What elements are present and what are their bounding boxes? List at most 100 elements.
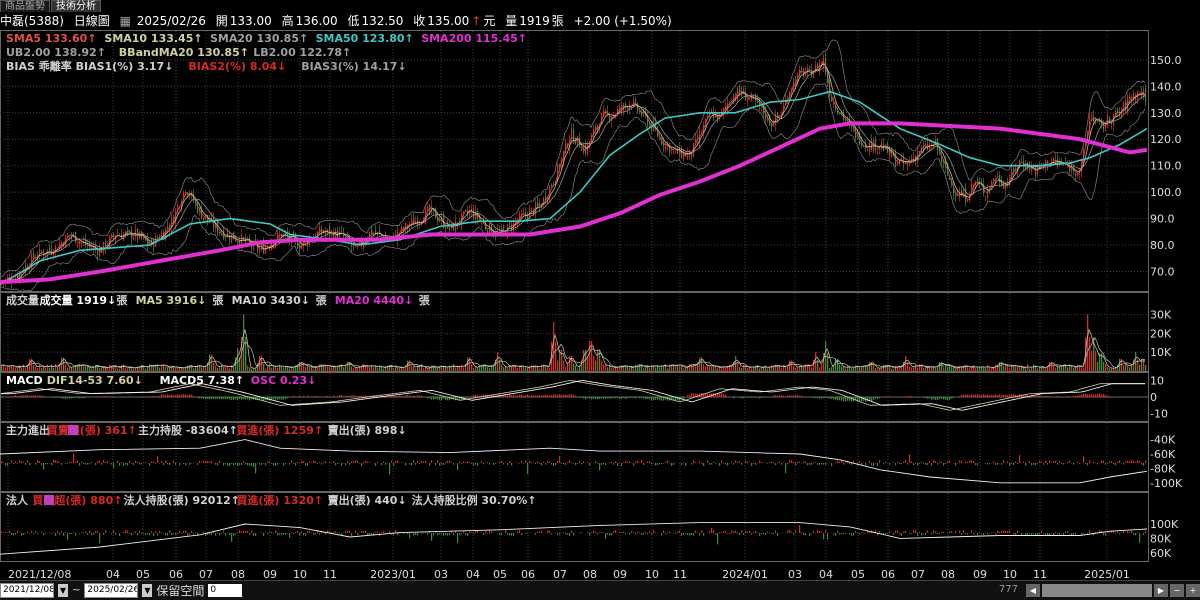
scroll-thumb[interactable] — [1042, 584, 1152, 597]
tab-technical-analysis[interactable]: 技術分析 — [51, 0, 101, 12]
main-force-flow-bar — [673, 463, 674, 465]
x-axis-tick: 03 — [434, 568, 448, 580]
institutional-flow-bar — [923, 533, 924, 534]
volume-bar — [443, 367, 444, 371]
institutional-flow-bar — [663, 530, 664, 533]
institutional-flow-bar — [211, 533, 212, 535]
macd-osc-bar — [643, 397, 644, 398]
institutional-flow-bar — [67, 533, 68, 540]
institutional-flow-bar — [11, 533, 12, 535]
macd-osc-bar — [81, 397, 82, 398]
x-axis-tick: 2023/01 — [370, 568, 416, 580]
main-force-flow-bar — [921, 462, 922, 463]
main-force-flow-bar — [345, 463, 346, 465]
zoom-in-icon[interactable]: + — [1186, 584, 1200, 597]
institutional-flow-bar — [49, 532, 50, 533]
main-force-flow-bar — [767, 463, 768, 464]
main-force-flow-bar — [735, 460, 736, 463]
macd-osc-bar — [779, 395, 780, 397]
macd-osc-bar — [51, 397, 52, 398]
volume-bar — [1139, 365, 1140, 371]
institutional-flow-bar — [755, 531, 756, 533]
from-date-dropdown-icon[interactable]: ▼ — [58, 584, 68, 597]
volume-bar — [975, 368, 976, 371]
main-force-flow-bar — [1031, 463, 1032, 465]
zoom-out-icon[interactable]: − — [1170, 584, 1184, 597]
volume-bar — [593, 356, 594, 371]
macd-osc-bar — [581, 397, 582, 398]
scroll-left-icon[interactable]: ◀ — [1026, 584, 1040, 597]
main-force-flow-bar — [825, 463, 826, 465]
institutional-flow-bar — [987, 533, 988, 534]
macd-osc-bar — [619, 397, 620, 399]
to-date-dropdown-icon[interactable]: ▼ — [142, 584, 152, 597]
volume-bar — [829, 368, 830, 371]
price-axis-tick: 110.0 — [1150, 160, 1182, 173]
institutional-flow-bar — [473, 533, 474, 534]
macd-axis-tick: -10 — [1150, 408, 1168, 421]
main-force-flow-bar — [257, 462, 258, 463]
to-date-field[interactable]: 2025/02/26 — [84, 583, 138, 598]
x-axis-tick: 05 — [493, 568, 507, 580]
main-force-flow-bar — [761, 462, 762, 463]
macd-osc-bar — [543, 395, 544, 397]
main-force-flow-bar — [261, 463, 262, 465]
main-force-flow-bar — [731, 462, 732, 463]
volume-bar — [1107, 367, 1108, 371]
main-force-flow-bar — [967, 462, 968, 463]
horizontal-scrollbar[interactable]: 777 ◀ ▶ − + — [999, 584, 1200, 597]
main-force-flow-bar — [707, 460, 708, 463]
volume-bar — [411, 366, 412, 371]
institutional-flow-bar — [433, 533, 434, 535]
keep-space-input[interactable]: 0 — [208, 584, 242, 597]
main-force-flow-bar — [385, 463, 386, 465]
main-force-flow-bar — [151, 462, 152, 463]
volume-bar — [803, 366, 804, 371]
macd-osc-bar — [1039, 396, 1040, 397]
volume-bar — [365, 367, 366, 371]
institutional-flow-bar — [125, 530, 126, 533]
main-force-flow-bar — [1085, 463, 1086, 464]
macd-osc-bar — [17, 396, 18, 397]
main-force-flow-bar — [39, 461, 40, 463]
institutional-flow-bar — [99, 533, 100, 543]
x-axis-tick: 07 — [199, 568, 213, 580]
macd-osc-bar — [421, 396, 422, 397]
volume-bar — [845, 369, 846, 371]
volume-bar — [263, 363, 264, 371]
calendar-icon[interactable]: ▦ — [120, 14, 131, 28]
volume-bar — [11, 365, 12, 371]
macd-osc-bar — [1129, 397, 1130, 398]
main-force-flow-bar — [481, 461, 482, 463]
tab-market[interactable]: 商品盤勢 — [0, 0, 50, 12]
main-force-flow-bar — [935, 461, 936, 463]
institutional-flow-bar — [733, 531, 734, 533]
volume-bar — [1129, 367, 1130, 371]
macd-osc-bar — [219, 397, 220, 399]
institutional-flow-bar — [731, 530, 732, 533]
macd-osc-bar — [99, 396, 100, 397]
macd-osc-bar — [223, 397, 224, 399]
main-force-flow-bar — [43, 463, 44, 470]
volume-bar — [213, 363, 214, 371]
price-axis-tick: 70.0 — [1150, 265, 1175, 278]
volume-bar — [427, 369, 428, 371]
macd-osc-bar — [999, 394, 1000, 397]
macd-osc-bar — [153, 396, 154, 397]
volume-bar — [667, 368, 668, 371]
volume-bar — [787, 366, 788, 371]
volume-bar — [1043, 367, 1044, 371]
institutional-flow-bar — [775, 530, 776, 533]
main-force-flow-bar — [709, 463, 710, 465]
technical-chart[interactable]: 70.080.090.0100.0110.0120.0130.0140.0150… — [0, 30, 1200, 580]
macd-osc-bar — [395, 396, 396, 397]
stock-name[interactable]: 中磊(5388) — [0, 14, 64, 28]
macd-osc-bar — [795, 395, 796, 397]
main-force-flow-bar — [73, 454, 74, 463]
from-date-field[interactable]: 2021/12/08 — [0, 583, 54, 598]
scroll-right-icon[interactable]: ▶ — [1154, 584, 1168, 597]
main-force-flow-bar — [945, 463, 946, 464]
macd-osc-bar — [417, 395, 418, 397]
institutional-flow-bar — [1021, 533, 1022, 535]
institutional-flow-bar — [97, 531, 98, 533]
